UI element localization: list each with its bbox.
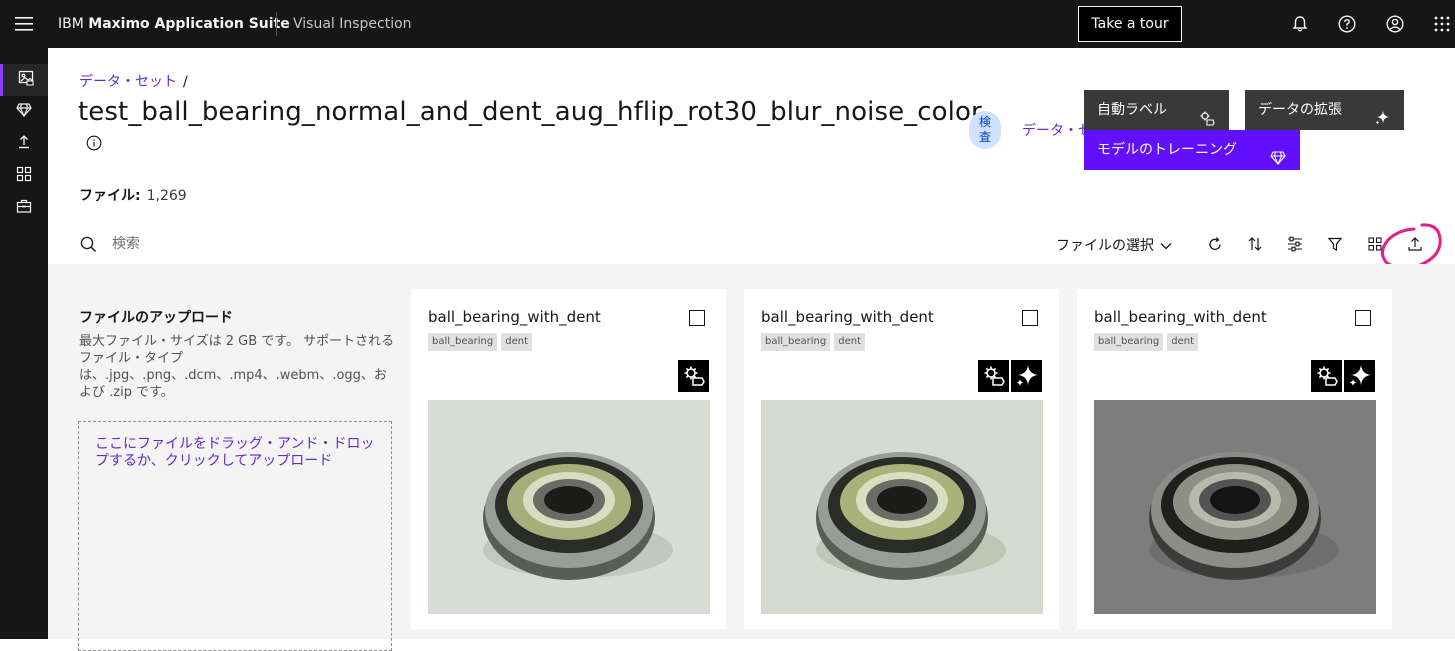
- search-input[interactable]: [104, 232, 420, 256]
- card-tags: ball_bearing dent: [428, 333, 533, 351]
- train-model-label: モデルのトレーニング: [1097, 142, 1237, 158]
- auto-label-icon: [978, 360, 1009, 392]
- card-tags: ball_bearing dent: [1094, 333, 1199, 351]
- menu-icon[interactable]: [0, 0, 48, 48]
- auto-label-icon: [1311, 360, 1342, 392]
- deploy-icon: [16, 134, 32, 154]
- dropzone-text: ここにファイルをドラッグ・アンド・ドロップするか、クリックしてアップロード: [95, 436, 375, 469]
- side-nav-rail: [0, 48, 48, 639]
- projects-icon: [16, 166, 32, 186]
- nav-projects[interactable]: [0, 160, 48, 192]
- model-diamond-icon: [1270, 142, 1286, 166]
- card-tag: dent: [501, 333, 533, 351]
- info-icon[interactable]: [86, 135, 102, 151]
- augment-data-button[interactable]: データの拡張: [1245, 90, 1404, 130]
- card-badges: [978, 360, 1042, 392]
- app-brand[interactable]: IBM Maximo Application Suite: [58, 0, 290, 48]
- datasets-icon: [18, 70, 34, 90]
- take-a-tour-button[interactable]: Take a tour: [1078, 6, 1182, 42]
- breadcrumb: データ・セット /: [79, 71, 188, 91]
- image-card[interactable]: ball_bearing_with_dent ball_bearing dent: [411, 289, 726, 629]
- toolkit-icon: [16, 198, 32, 218]
- augment-icon: [1374, 102, 1390, 125]
- card-file-name: ball_bearing_with_dent: [761, 308, 934, 326]
- page-title: test_ball_bearing_normal_and_dent_aug_hf…: [78, 97, 982, 127]
- data-link[interactable]: データ・セ: [1022, 120, 1086, 140]
- card-image: [1094, 400, 1376, 614]
- brand-prefix: IBM: [58, 16, 84, 32]
- search-icon: [80, 236, 96, 252]
- card-tag: ball_bearing: [1094, 333, 1164, 351]
- settings-adjust-icon[interactable]: [1287, 236, 1303, 252]
- nav-toolkit[interactable]: [0, 192, 48, 224]
- card-file-name: ball_bearing_with_dent: [428, 308, 601, 326]
- file-select-label: ファイルの選択: [1056, 238, 1154, 254]
- train-model-button[interactable]: モデルのトレーニング: [1084, 130, 1300, 170]
- card-badges: [1311, 360, 1375, 392]
- top-header: IBM Maximo Application Suite Visual Insp…: [0, 0, 1455, 48]
- sort-icon[interactable]: [1247, 236, 1263, 252]
- product-name: Visual Inspection: [293, 16, 412, 32]
- auto-label-label: 自動ラベル: [1097, 102, 1167, 118]
- augment-icon: [1011, 360, 1042, 392]
- header-divider: [276, 12, 277, 36]
- auto-label-icon: [678, 360, 709, 392]
- card-badges: [678, 360, 709, 392]
- brand-name: Maximo Application Suite: [88, 16, 290, 32]
- card-tag: ball_bearing: [428, 333, 498, 351]
- notification-icon[interactable]: [1276, 0, 1324, 48]
- file-count: ファイル: 1,269: [79, 185, 187, 205]
- upload-description: 最大ファイル・サイズは 2 GB です。 サポートされるファイル・タイプは、.j…: [79, 334, 395, 400]
- card-tag: dent: [1167, 333, 1199, 351]
- chevron-down-icon: [1160, 238, 1172, 254]
- augment-data-label: データの拡張: [1258, 102, 1342, 118]
- card-checkbox[interactable]: [1355, 310, 1371, 326]
- auto-label-icon: [1199, 102, 1215, 126]
- file-select-dropdown[interactable]: ファイルの選択: [1056, 235, 1172, 255]
- models-icon: [16, 102, 32, 122]
- card-tag: dent: [834, 333, 866, 351]
- nav-models[interactable]: [0, 96, 48, 128]
- card-file-name: ball_bearing_with_dent: [1094, 308, 1267, 326]
- auto-label-button[interactable]: 自動ラベル: [1084, 90, 1229, 130]
- augment-icon: [1344, 360, 1375, 392]
- user-icon[interactable]: [1371, 0, 1419, 48]
- card-checkbox[interactable]: [689, 310, 705, 326]
- upload-dropzone[interactable]: ここにファイルをドラッグ・アンド・ドロップするか、クリックしてアップロード: [78, 421, 392, 651]
- breadcrumb-separator: /: [183, 74, 188, 90]
- nav-deploy[interactable]: [0, 128, 48, 160]
- breadcrumb-datasets-link[interactable]: データ・セット: [79, 74, 177, 90]
- card-tag: ball_bearing: [761, 333, 831, 351]
- image-card[interactable]: ball_bearing_with_dent ball_bearing dent: [744, 289, 1059, 629]
- file-count-label: ファイル:: [79, 188, 141, 204]
- inspection-tag: 検査: [969, 111, 1001, 149]
- file-count-value: 1,269: [146, 188, 187, 204]
- help-icon[interactable]: [1323, 0, 1371, 48]
- app-switcher-icon[interactable]: [1418, 0, 1455, 48]
- nav-datasets[interactable]: [0, 64, 48, 96]
- image-card[interactable]: ball_bearing_with_dent ball_bearing dent: [1077, 289, 1392, 629]
- upload-title: ファイルのアップロード: [79, 310, 233, 326]
- refresh-icon[interactable]: [1207, 236, 1223, 252]
- filter-icon[interactable]: [1327, 236, 1343, 252]
- card-checkbox[interactable]: [1022, 310, 1038, 326]
- card-image: [761, 400, 1043, 614]
- card-tags: ball_bearing dent: [761, 333, 866, 351]
- card-image: [428, 400, 710, 614]
